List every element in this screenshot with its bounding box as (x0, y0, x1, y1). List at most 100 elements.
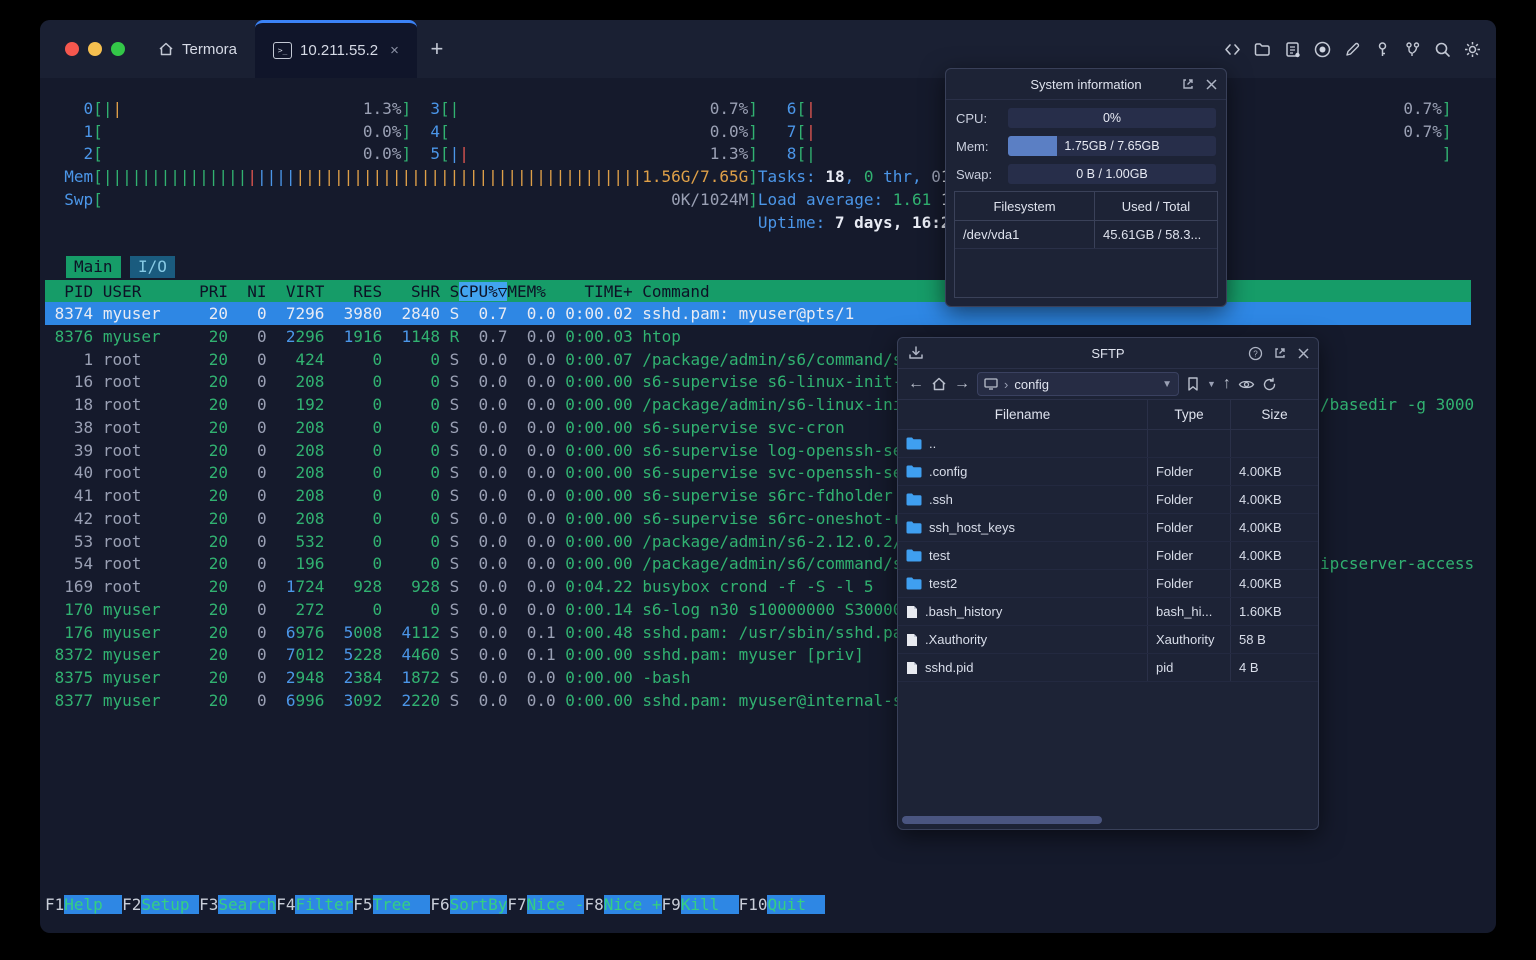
bookmark-icon[interactable] (1186, 376, 1200, 392)
folder-icon (906, 465, 922, 478)
sysinfo-title-bar: System information (946, 69, 1226, 100)
file-list: .. .config Folder 4.00KB .ssh Folder 4.00KB ssh… (898, 430, 1318, 682)
htop-meter-line: 1[ 0.0%] 4[ 0.0%] 7[| 0.7%] (45, 121, 1452, 141)
close-tab-icon[interactable]: × (390, 42, 399, 59)
sftp-title-bar: SFTP ? (898, 338, 1318, 369)
filesystem-table: Filesystem Used / Total /dev/vda1 45.61GB… (954, 191, 1218, 298)
file-size: 1.60KB (1239, 604, 1282, 619)
code-icon[interactable] (1223, 40, 1242, 59)
settings-icon[interactable] (1463, 40, 1482, 59)
chevron-down-icon[interactable]: ▼ (1162, 379, 1172, 390)
sftp-toolbar: ← → › config ▼ ▼ ↑ (898, 369, 1318, 400)
sysinfo-meter-row: Mem: 1.75GB / 7.65GB (956, 136, 1216, 156)
file-row[interactable]: test Folder 4.00KB (898, 542, 1318, 570)
computer-icon (984, 378, 998, 390)
open-in-window-icon[interactable] (1181, 77, 1195, 91)
meter-bar: 1.75GB / 7.65GB (1008, 136, 1216, 156)
process-row[interactable]: 8374 myuser 20 0 7296 3980 2840 S 0.7 0.… (45, 302, 1471, 325)
new-tab-button[interactable]: + (417, 20, 457, 78)
tab-host[interactable]: >_ 10.211.55.2 × (255, 20, 417, 78)
type-column-header[interactable]: Type (1148, 400, 1231, 429)
file-icon (907, 605, 917, 618)
meter-label: Swap: (956, 166, 993, 182)
file-size: 4.00KB (1239, 576, 1282, 591)
up-directory-icon[interactable]: ↑ (1223, 376, 1231, 392)
tab-termora[interactable]: Termora (140, 20, 255, 78)
sysinfo-meter-row: Swap: 0 B / 1.00GB (956, 164, 1216, 184)
filename-column-header[interactable]: Filename (898, 400, 1148, 429)
tab-label: Termora (182, 40, 238, 58)
file-type: pid (1148, 654, 1231, 681)
close-icon[interactable] (1297, 347, 1310, 360)
file-icon (907, 633, 917, 646)
notes-icon[interactable] (1283, 40, 1302, 59)
file-row[interactable]: .config Folder 4.00KB (898, 458, 1318, 486)
htop-meter-line: 2[ 0.0%] 5[|| 1.3%] 8[| ] (45, 144, 1452, 164)
filesystem-row[interactable]: /dev/vda1 45.61GB / 58.3... (955, 221, 1217, 249)
file-size: 4.00KB (1239, 492, 1282, 507)
meter-bar: 0 B / 1.00GB (1008, 164, 1216, 184)
pencil-icon[interactable] (1343, 40, 1362, 59)
command-overflow-text: ipcserver-access (1320, 554, 1475, 574)
record-icon[interactable] (1313, 40, 1332, 59)
file-row[interactable]: ssh_host_keys Folder 4.00KB (898, 514, 1318, 542)
traffic-lights (65, 42, 125, 56)
bookmark-dropdown-icon[interactable]: ▼ (1207, 379, 1216, 389)
file-row[interactable]: .bash_history bash_hi... 1.60KB (898, 598, 1318, 626)
horizontal-scrollbar[interactable] (902, 816, 1102, 824)
htop-tab-main[interactable]: Main (66, 256, 121, 278)
htop-meter-line: Uptime: 7 days, 16:28 (757, 212, 961, 232)
file-size (1231, 430, 1318, 457)
process-table-header[interactable]: PID USER PRI NI VIRT RES SHR SCPU%▽MEM% … (45, 280, 1471, 303)
close-icon[interactable] (1205, 78, 1218, 91)
used-total-column-header[interactable]: Used / Total (1095, 192, 1217, 220)
file-row[interactable]: .. (898, 430, 1318, 458)
close-window-button[interactable] (65, 42, 79, 56)
meter-label: CPU: (956, 110, 988, 126)
breadcrumb-separator: › (1004, 376, 1009, 392)
path-breadcrumb[interactable]: › config ▼ (977, 372, 1179, 396)
file-name: .. (929, 436, 937, 451)
sysinfo-title: System information (1030, 76, 1142, 92)
file-type: Folder (1148, 542, 1231, 569)
home-icon[interactable] (931, 376, 947, 392)
help-icon[interactable]: ? (1248, 346, 1263, 361)
file-size: 4.00KB (1239, 464, 1282, 479)
key-icon[interactable] (1373, 40, 1392, 59)
search-icon[interactable] (1433, 40, 1452, 59)
file-name: .Xauthority (925, 632, 988, 647)
refresh-icon[interactable] (1262, 377, 1277, 392)
file-row[interactable]: sshd.pid pid 4 B (898, 654, 1318, 682)
forward-icon[interactable]: → (954, 376, 970, 392)
file-name: .config (929, 464, 968, 479)
file-name: test2 (929, 576, 958, 591)
back-icon[interactable]: ← (908, 376, 924, 392)
htop-meter-line: Mem[||||||||||||||||||||||||||||||||||||… (64, 167, 950, 187)
file-row[interactable]: .ssh Folder 4.00KB (898, 486, 1318, 514)
tab-label: 10.211.55.2 (300, 42, 379, 59)
open-in-window-icon[interactable] (1273, 346, 1287, 360)
file-row[interactable]: .Xauthority Xauthority 58 B (898, 626, 1318, 654)
file-type: Folder (1148, 570, 1231, 597)
htop-tab-io[interactable]: I/O (130, 256, 175, 278)
folder-icon[interactable] (1253, 40, 1272, 59)
filesystem-column-header[interactable]: Filesystem (955, 192, 1095, 220)
minimize-window-button[interactable] (88, 42, 102, 56)
file-type: Folder (1148, 458, 1231, 485)
file-type (1148, 430, 1231, 457)
meter-label: Mem: (956, 138, 989, 154)
folder-icon (906, 549, 922, 562)
file-type: Xauthority (1148, 626, 1231, 653)
size-column-header[interactable]: Size (1231, 400, 1318, 429)
file-name: sshd.pid (925, 660, 974, 675)
eye-icon[interactable] (1238, 378, 1255, 391)
sysinfo-meter-row: CPU: 0% (956, 108, 1216, 128)
zoom-window-button[interactable] (111, 42, 125, 56)
fork-icon[interactable] (1403, 40, 1422, 59)
file-name: .ssh (929, 492, 953, 507)
file-row[interactable]: test2 Folder 4.00KB (898, 570, 1318, 598)
download-icon[interactable] (908, 345, 924, 361)
app-window: Termora >_ 10.211.55.2 × + 0[|| 1.3%] 3[… (40, 20, 1496, 933)
function-key-bar[interactable]: F1Help F2Setup F3SearchF4FilterF5Tree F6… (45, 893, 826, 916)
command-overflow-text: /basedir -g 3000 (1320, 395, 1475, 414)
